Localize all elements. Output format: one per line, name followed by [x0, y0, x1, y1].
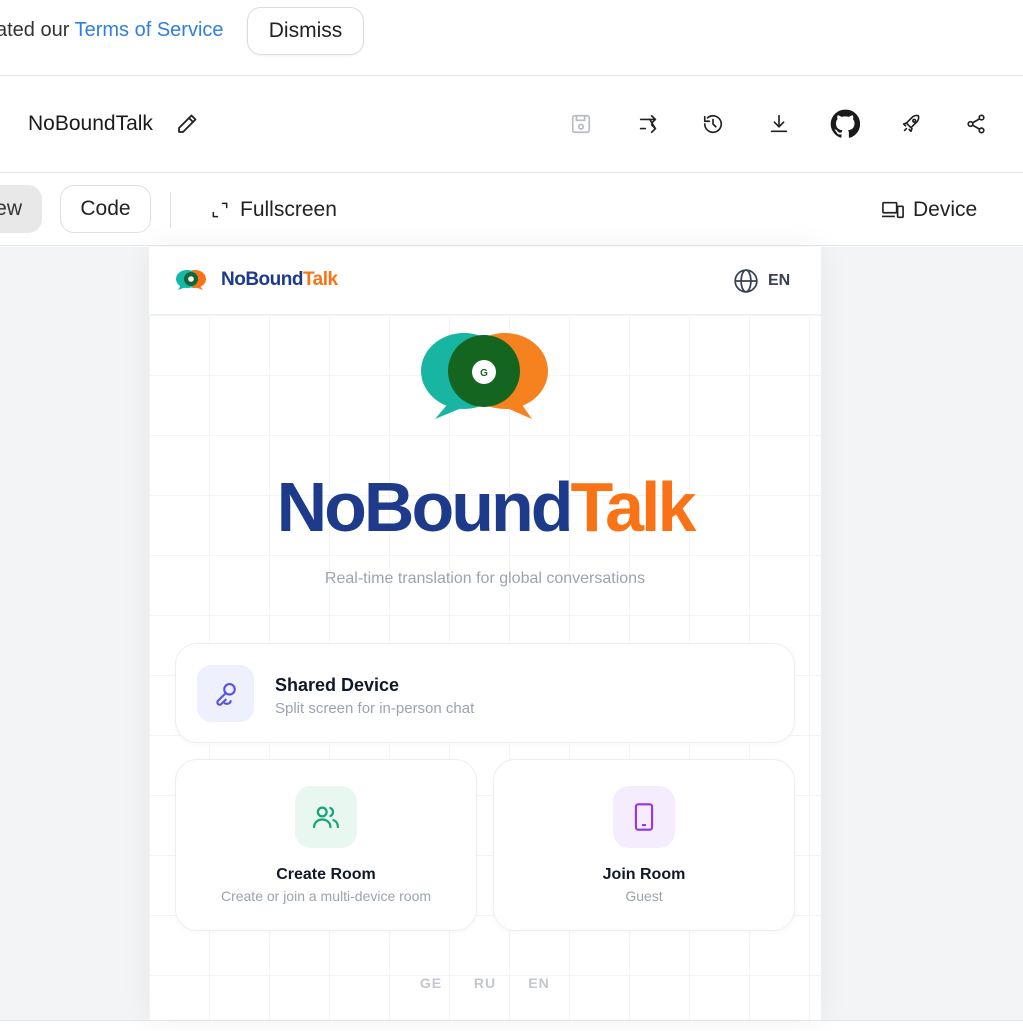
hero-title: NoBoundTalk: [149, 467, 821, 547]
remix-icon[interactable]: [635, 111, 661, 137]
app-brand-name: NoBoundTalk: [221, 269, 338, 291]
brand-name-part2: Talk: [302, 269, 338, 290]
join-room-card[interactable]: Join Room Guest: [493, 759, 795, 931]
app-preview-frame: NoBoundTalk EN G NoBoundTalk Real-time t…: [149, 247, 821, 1020]
tablet-icon: [613, 786, 675, 848]
join-room-subtitle: Guest: [625, 888, 663, 904]
terms-notice-bar: ated our Terms of Service Dismiss: [0, 0, 1023, 76]
tab-preview[interactable]: Preview: [0, 185, 42, 233]
device-button[interactable]: Device: [881, 196, 977, 224]
app-brand[interactable]: NoBoundTalk: [175, 268, 338, 292]
language-ru[interactable]: RU: [473, 975, 497, 991]
join-room-title: Join Room: [602, 866, 686, 883]
language-selector[interactable]: EN: [733, 268, 790, 294]
fullscreen-label: Fullscreen: [240, 198, 337, 221]
device-label: Device: [913, 198, 978, 221]
shared-device-card[interactable]: Shared Device Split screen for in-person…: [175, 643, 795, 743]
brand-name-part1: NoBound: [221, 269, 303, 290]
devices-icon: [882, 201, 904, 219]
chat-bubbles-logo-icon: [176, 270, 206, 290]
view-toolbar: Preview Code Fullscreen Device: [0, 174, 1023, 246]
github-icon[interactable]: [829, 108, 861, 140]
create-room-title: Create Room: [276, 866, 376, 883]
app-header: NoBoundTalk EN: [149, 247, 821, 315]
create-room-subtitle: Create or join a multi-device room: [220, 888, 432, 904]
terms-of-service-link[interactable]: Terms of Service: [75, 19, 224, 41]
globe-icon: [734, 269, 758, 293]
share-icon[interactable]: [963, 111, 989, 137]
hero-chat-bubbles-logo: G: [421, 333, 548, 419]
notice-text: ated our Terms of Service: [0, 19, 224, 42]
notice-text-prefix: ated our: [0, 19, 75, 41]
fullscreen-button[interactable]: Fullscreen: [210, 196, 337, 224]
microphone-icon: [197, 665, 254, 722]
history-icon[interactable]: [700, 111, 726, 137]
bottom-border: [0, 1020, 1023, 1031]
hero-title-part2: Talk: [570, 468, 697, 546]
expand-icon: [212, 202, 228, 218]
logo-letter: G: [480, 368, 488, 379]
shared-device-title: Shared Device: [275, 675, 400, 695]
project-titlebar: NoBoundTalk: [0, 77, 1023, 173]
supported-languages: GE RU EN: [149, 975, 821, 991]
project-name: NoBoundTalk: [28, 112, 153, 135]
save-icon[interactable]: [568, 111, 594, 137]
deploy-rocket-icon[interactable]: [898, 111, 924, 137]
dismiss-button[interactable]: Dismiss: [247, 7, 364, 55]
language-code: EN: [768, 272, 791, 289]
hero-title-part1: NoBound: [276, 468, 574, 546]
download-icon[interactable]: [766, 111, 792, 137]
language-ge[interactable]: GE: [419, 975, 443, 991]
toolbar-divider: [170, 192, 171, 228]
language-en[interactable]: EN: [527, 975, 551, 991]
users-icon: [295, 786, 357, 848]
create-room-card[interactable]: Create Room Create or join a multi-devic…: [175, 759, 477, 931]
shared-device-subtitle: Split screen for in-person chat: [275, 700, 475, 717]
edit-icon[interactable]: [175, 112, 199, 136]
hero-subtitle: Real-time translation for global convers…: [324, 570, 646, 587]
tab-code[interactable]: Code: [60, 185, 151, 233]
